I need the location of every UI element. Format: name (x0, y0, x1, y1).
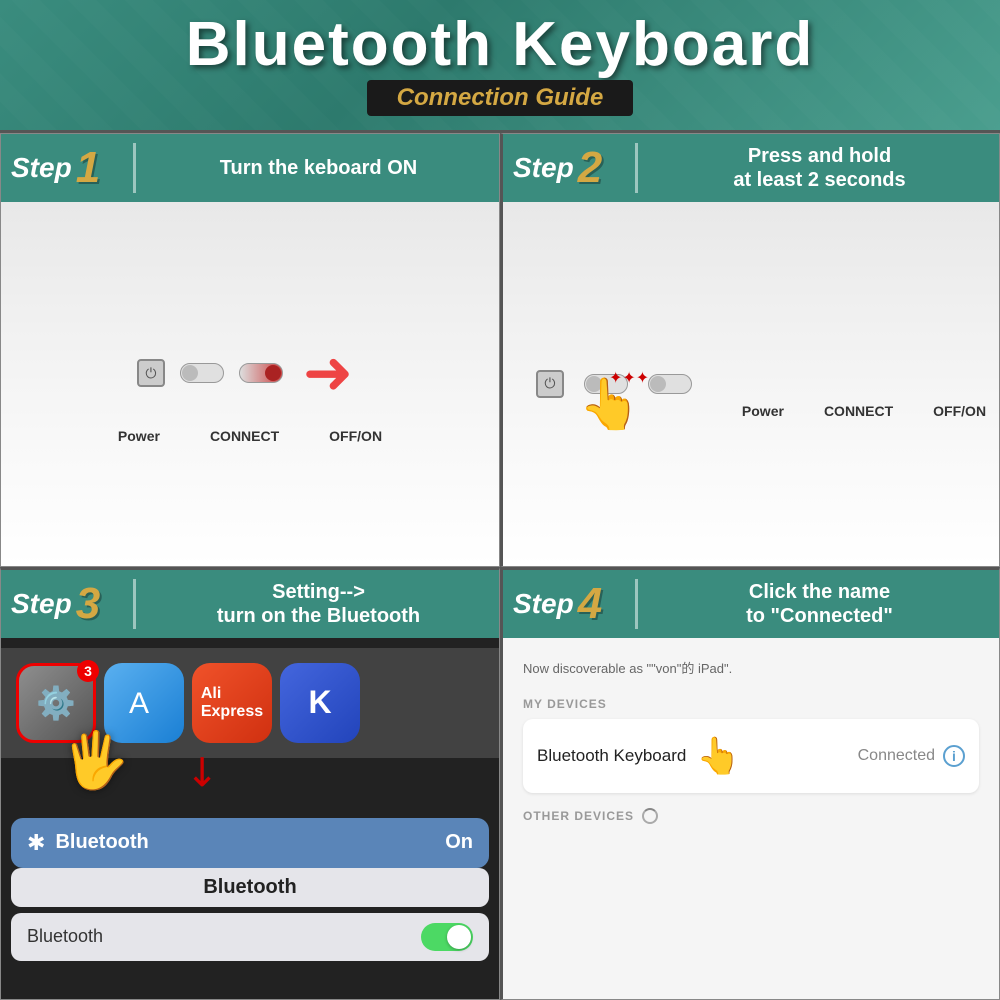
k-app-icon[interactable]: K (280, 663, 360, 743)
hand-tap-icon: 👆 (696, 735, 741, 777)
page-header: Bluetooth Keyboard Connection Guide (0, 0, 1000, 130)
step-2-power-icon: ⏻ (536, 370, 564, 398)
device-row[interactable]: Bluetooth Keyboard 👆 Connected i (523, 719, 979, 793)
hand-cursor-icon: 👆 ✦✦✦ (579, 379, 641, 429)
step-1-offon-label: OFF/ON (329, 428, 382, 444)
step-2-cell: Step 2 Press and hold at least 2 seconds… (500, 133, 1000, 567)
step-1-divider (133, 143, 136, 193)
step-1-power-label: Power (118, 428, 160, 444)
step-2-offon-item (648, 374, 692, 394)
bt-settings-label: Bluetooth (27, 926, 103, 947)
connected-status: Connected (858, 747, 935, 765)
page-title: Bluetooth Keyboard (186, 14, 814, 76)
step-1-number: 1 (76, 146, 100, 190)
bt-toggle-green[interactable] (421, 923, 473, 951)
my-devices-label: MY DEVICES (523, 697, 979, 711)
step-4-label: Step 4 (513, 582, 623, 626)
device-name: Bluetooth Keyboard (537, 746, 686, 766)
step-3-bluetooth-heading: Bluetooth (11, 868, 489, 907)
step-1-header: Step 1 Turn the keboard ON (1, 134, 499, 202)
step-2-bottom-labels: Power CONNECT OFF/ON (742, 403, 986, 419)
step-4-word: Step (513, 588, 574, 620)
step-1-body: ⏻ ➜ (1, 202, 499, 566)
step-2-offon-toggle (648, 374, 692, 394)
step-3-description: Setting--> turn on the Bluetooth (148, 580, 489, 628)
info-icon[interactable]: i (943, 745, 965, 767)
connect-toggle-off (180, 363, 224, 383)
aliexpress-icon[interactable]: AliExpress (192, 663, 272, 743)
step-1-description: Turn the keboard ON (148, 156, 489, 180)
step-2-connect-label: CONNECT (824, 403, 893, 419)
offon-switch-item (239, 363, 283, 383)
step-2-offon-label: OFF/ON (933, 403, 986, 419)
step-1-cell: Step 1 Turn the keboard ON ⏻ (0, 133, 500, 567)
step-2-word: Step (513, 152, 574, 184)
step-2-power-label: Power (742, 403, 784, 419)
badge-count: 3 (77, 660, 99, 682)
step-2-body: ⏻ 👆 ✦✦✦ (503, 202, 999, 566)
step-4-number: 4 (578, 582, 602, 626)
step-4-divider (635, 579, 638, 629)
step-1-word: Step (11, 152, 72, 184)
bluetooth-icon: ✱ (27, 830, 45, 856)
step-2-offon-knob (650, 376, 666, 392)
other-devices-label: OTHER DEVICES (523, 808, 979, 824)
offon-toggle-on (239, 363, 283, 383)
click-dots-icon: ✦✦✦ (609, 371, 649, 387)
power-switch-item: ⏻ (137, 359, 165, 387)
step-2-switches-row: ⏻ 👆 ✦✦✦ (516, 350, 712, 418)
step-2-header: Step 2 Press and hold at least 2 seconds (503, 134, 999, 202)
step-1-diagram: ⏻ ➜ (1, 303, 499, 464)
step-2-connect-item: 👆 ✦✦✦ (584, 374, 628, 394)
bt-status-text: On (445, 831, 473, 854)
step-2-power-item: ⏻ (536, 370, 564, 398)
power-icon: ⏻ (137, 359, 165, 387)
step-4-cell: Step 4 Click the name to "Connected" Now… (500, 567, 1000, 1000)
subtitle-box: Connection Guide (367, 80, 634, 116)
device-right: Connected i (858, 745, 965, 767)
step-4-body: Now discoverable as ""von"的 iPad". MY DE… (503, 638, 999, 1000)
step-1-switches-row: ⏻ ➜ (137, 343, 363, 403)
step-3-header: Step 3 Setting--> turn on the Bluetooth (1, 570, 499, 638)
step-4-header: Step 4 Click the name to "Connected" (503, 570, 999, 638)
step-3-cell: Step 3 Setting--> turn on the Bluetooth … (0, 567, 500, 1000)
page-subtitle: Connection Guide (397, 84, 604, 111)
bt-settings-panel[interactable]: Bluetooth (11, 913, 489, 961)
bluetooth-panel: ✱ Bluetooth On (11, 818, 489, 868)
step-2-description: Press and hold at least 2 seconds (650, 144, 989, 192)
ali-text: AliExpress (201, 685, 263, 721)
step-2-divider (635, 143, 638, 193)
step-1-arrow: ➜ (303, 343, 353, 403)
offon-toggle-knob (265, 365, 281, 381)
bt-panel-left: ✱ Bluetooth (27, 830, 149, 856)
step-1-bottom-labels: Power CONNECT OFF/ON (118, 428, 382, 444)
bt-toggle-knob (447, 925, 471, 949)
step-3-word: Step (11, 588, 72, 620)
device-row-left: Bluetooth Keyboard 👆 (537, 735, 741, 777)
loading-spinner (642, 808, 658, 824)
step-3-divider (133, 579, 136, 629)
step-2-number: 2 (578, 146, 602, 190)
step-3-number: 3 (76, 582, 100, 626)
step-3-hand-area: 🖐️ ↙ (1, 758, 499, 818)
steps-grid: Step 1 Turn the keboard ON ⏻ (0, 130, 1000, 1000)
k-app-letter: K (308, 684, 331, 721)
step-3-hand-icon: 🖐️ (61, 728, 129, 793)
step-3-bluetooth-label-text: Bluetooth (203, 876, 296, 898)
connect-toggle-knob (182, 365, 198, 381)
bt-panel-label: Bluetooth (55, 831, 148, 854)
connect-switch-item (180, 363, 224, 383)
step-1-label: Step 1 (11, 146, 121, 190)
step-3-body: ⚙️ 3 A AliExpress K 🖐️ ↙ (1, 638, 499, 1000)
step-2-label: Step 2 (513, 146, 623, 190)
step-4-description: Click the name to "Connected" (650, 580, 989, 628)
step-3-label: Step 3 (11, 582, 121, 626)
step-1-connect-label: CONNECT (210, 428, 279, 444)
appstore-svg: A (124, 683, 164, 723)
other-devices-text: OTHER DEVICES (523, 809, 634, 823)
discoverable-text: Now discoverable as ""von"的 iPad". (523, 658, 979, 677)
svg-text:A: A (129, 687, 149, 720)
